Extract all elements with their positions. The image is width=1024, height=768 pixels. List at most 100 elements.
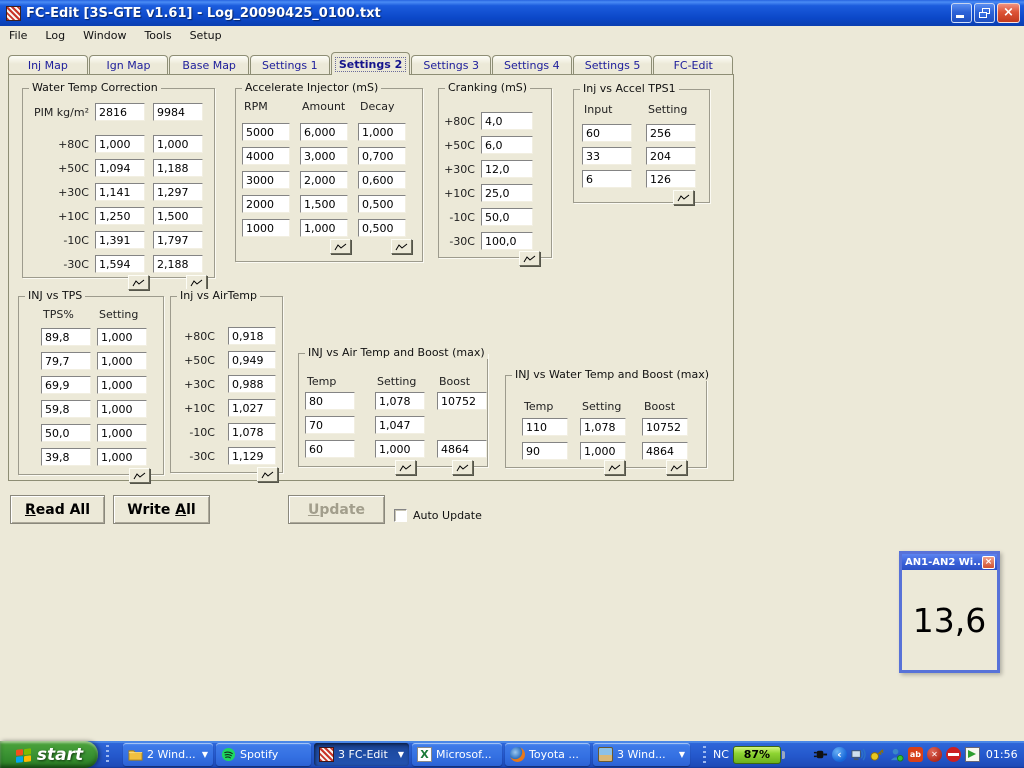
rpm-field[interactable]: [242, 147, 290, 165]
amount-field[interactable]: [300, 123, 348, 141]
task-flag-icon[interactable]: [965, 747, 980, 762]
tps-setting-field[interactable]: [97, 448, 147, 466]
update-button[interactable]: Update: [288, 495, 385, 524]
graph-button[interactable]: [673, 190, 694, 205]
water-corr-field[interactable]: [95, 159, 145, 177]
boost-field[interactable]: [642, 442, 688, 460]
rpm-field[interactable]: [242, 123, 290, 141]
temp-field[interactable]: [305, 416, 355, 434]
tps1-setting-field[interactable]: [646, 124, 696, 142]
water-corr-field[interactable]: [153, 255, 203, 273]
tps1-input-field[interactable]: [582, 147, 632, 165]
tps-pct-field[interactable]: [41, 448, 91, 466]
rpm-field[interactable]: [242, 171, 290, 189]
setting-field[interactable]: [375, 392, 425, 410]
write-all-button[interactable]: Write All: [113, 495, 210, 524]
security-key-icon[interactable]: [870, 747, 885, 762]
graph-button[interactable]: [395, 460, 416, 475]
rpm-field[interactable]: [242, 195, 290, 213]
tray-nc-label[interactable]: NC: [713, 748, 729, 761]
quick-launch-separator[interactable]: [106, 745, 109, 764]
tab-settings-2[interactable]: Settings 2: [331, 52, 411, 75]
water-corr-field[interactable]: [153, 183, 203, 201]
water-corr-field[interactable]: [95, 231, 145, 249]
tps-setting-field[interactable]: [97, 328, 147, 346]
water-corr-field[interactable]: [95, 255, 145, 273]
amount-field[interactable]: [300, 171, 348, 189]
menu-window[interactable]: Window: [74, 27, 135, 44]
airtemp-field[interactable]: [228, 375, 276, 393]
tab-ign-map[interactable]: Ign Map: [89, 55, 169, 74]
graph-button[interactable]: [257, 467, 278, 482]
minimize-button[interactable]: [951, 3, 972, 23]
menu-setup[interactable]: Setup: [181, 27, 231, 44]
volume-muted-icon[interactable]: ✕: [927, 747, 942, 762]
cranking-field[interactable]: [481, 112, 533, 130]
temp-field[interactable]: [522, 442, 568, 460]
wireless-network-icon[interactable]: [851, 747, 866, 762]
taskbar-button-fc-edit[interactable]: 3 FC-Edit ▼: [314, 743, 409, 766]
tps-setting-field[interactable]: [97, 376, 147, 394]
decay-field[interactable]: [358, 171, 406, 189]
water-corr-field[interactable]: [153, 135, 203, 153]
tab-settings-3[interactable]: Settings 3: [411, 55, 491, 74]
cranking-field[interactable]: [481, 208, 533, 226]
taskbar-button-windows-group[interactable]: 2 Wind... ▼: [123, 743, 213, 766]
amount-field[interactable]: [300, 219, 348, 237]
rpm-field[interactable]: [242, 219, 290, 237]
cranking-field[interactable]: [481, 160, 533, 178]
graph-button[interactable]: [604, 460, 625, 475]
water-corr-field[interactable]: [95, 183, 145, 201]
cranking-field[interactable]: [481, 136, 533, 154]
translator-icon[interactable]: ab: [908, 747, 923, 762]
water-corr-field[interactable]: [153, 159, 203, 177]
airtemp-field[interactable]: [228, 351, 276, 369]
power-plug-icon[interactable]: [813, 747, 828, 762]
blocked-device-icon[interactable]: [946, 747, 961, 762]
setting-field[interactable]: [580, 442, 626, 460]
restore-button[interactable]: [974, 3, 995, 23]
tab-fc-edit[interactable]: FC-Edit: [653, 55, 733, 74]
taskbar-button-excel[interactable]: X Microsof...: [412, 743, 502, 766]
airtemp-field[interactable]: [228, 447, 276, 465]
tab-settings-1[interactable]: Settings 1: [250, 55, 330, 74]
airtemp-field[interactable]: [228, 399, 276, 417]
tps-pct-field[interactable]: [41, 352, 91, 370]
tps-pct-field[interactable]: [41, 328, 91, 346]
close-button[interactable]: ×: [997, 3, 1020, 23]
menu-file[interactable]: File: [0, 27, 36, 44]
tps-pct-field[interactable]: [41, 376, 91, 394]
taskbar-button-windows-group-2[interactable]: 3 Wind... ▼: [593, 743, 690, 766]
tab-settings-4[interactable]: Settings 4: [492, 55, 572, 74]
graph-button[interactable]: [186, 275, 207, 290]
setting-field[interactable]: [375, 416, 425, 434]
tab-inj-map[interactable]: Inj Map: [8, 55, 88, 74]
boost-field[interactable]: [437, 392, 487, 410]
tps-setting-field[interactable]: [97, 424, 147, 442]
taskbar-button-firefox[interactable]: Toyota ...: [505, 743, 590, 766]
graph-button[interactable]: [330, 239, 351, 254]
water-corr-field[interactable]: [95, 207, 145, 225]
graph-button[interactable]: [519, 251, 540, 266]
decay-field[interactable]: [358, 195, 406, 213]
temp-field[interactable]: [522, 418, 568, 436]
battery-indicator[interactable]: 87%: [733, 746, 781, 764]
tps1-input-field[interactable]: [582, 170, 632, 188]
water-corr-field[interactable]: [153, 231, 203, 249]
graph-button[interactable]: [391, 239, 412, 254]
show-hidden-icons-icon[interactable]: ‹: [832, 747, 847, 762]
airtemp-field[interactable]: [228, 327, 276, 345]
graph-button[interactable]: [128, 275, 149, 290]
temp-field[interactable]: [305, 392, 355, 410]
airtemp-field[interactable]: [228, 423, 276, 441]
decay-field[interactable]: [358, 219, 406, 237]
cranking-field[interactable]: [481, 232, 533, 250]
gauge-close-button[interactable]: ×: [982, 556, 995, 569]
user-status-icon[interactable]: [889, 747, 904, 762]
water-corr-field[interactable]: [153, 207, 203, 225]
tab-base-map[interactable]: Base Map: [169, 55, 249, 74]
pim-field[interactable]: [153, 103, 203, 121]
tps1-setting-field[interactable]: [646, 170, 696, 188]
menu-log[interactable]: Log: [36, 27, 74, 44]
graph-button[interactable]: [129, 468, 150, 483]
